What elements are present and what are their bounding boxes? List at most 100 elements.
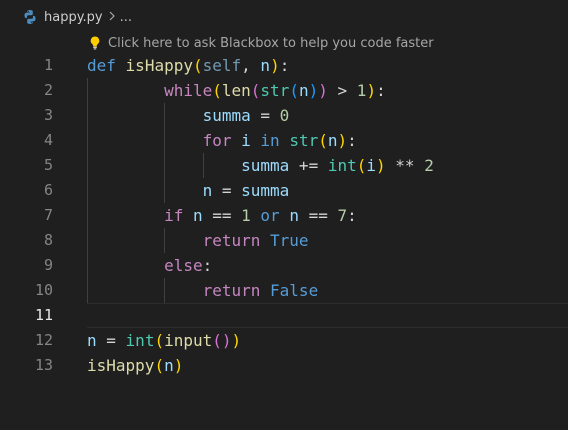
code-token: ()	[212, 331, 232, 350]
code-text: n = summa	[87, 178, 290, 203]
code-token: def	[87, 56, 116, 75]
line-number: 4	[43, 131, 53, 149]
code-token: >	[327, 81, 357, 100]
breadcrumb: happy.py ...	[0, 0, 568, 34]
code-token: :	[347, 206, 357, 225]
python-icon	[22, 9, 38, 25]
code-text: if n == 1 or n == 7:	[87, 203, 357, 228]
code-token: summa	[241, 181, 290, 200]
code-line[interactable]: 8 return True	[0, 228, 568, 253]
code-token: (	[356, 156, 367, 175]
code-token: int	[125, 331, 155, 350]
code-token: ==	[298, 206, 338, 225]
code-line[interactable]: 7 if n == 1 or n == 7:	[0, 203, 568, 228]
current-line-highlight	[87, 303, 568, 328]
lightbulb-icon	[88, 35, 102, 51]
code-text: while(len(str(n)) > 1):	[87, 78, 386, 103]
code-text: summa = 0	[87, 103, 290, 128]
code-line[interactable]: 10 return False	[0, 278, 568, 303]
code-line[interactable]: 13 isHappy(n)	[0, 353, 568, 378]
code-token: n	[202, 181, 213, 200]
code-token: n	[327, 131, 338, 150]
code-token: if	[164, 206, 184, 225]
code-token: isHappy	[87, 356, 155, 375]
code-token: n	[260, 56, 271, 75]
chevron-right-icon	[106, 10, 118, 24]
line-number: 11	[34, 306, 53, 324]
code-line[interactable]: 9 else:	[0, 253, 568, 278]
code-text: isHappy(n)	[87, 353, 183, 378]
blackbox-codelens[interactable]: Click here to ask Blackbox to help you c…	[88, 33, 434, 53]
code-token: (	[318, 131, 328, 150]
indent-guide	[164, 103, 165, 203]
code-line[interactable]: 3 summa = 0	[0, 103, 568, 128]
code-token: return	[202, 231, 261, 250]
code-token: n	[298, 81, 309, 100]
code-token: True	[270, 231, 309, 250]
code-token: ,	[241, 56, 261, 75]
code-line[interactable]: 6 n = summa	[0, 178, 568, 203]
code-line[interactable]: 2 while(len(str(n)) > 1):	[0, 78, 568, 103]
line-number: 10	[34, 281, 53, 299]
line-number: 13	[34, 356, 53, 374]
code-token: (	[250, 81, 261, 100]
code-line[interactable]: 5 summa += int(i) ** 2	[0, 153, 568, 178]
code-token: isHappy	[125, 56, 193, 75]
code-token: i	[241, 131, 251, 150]
code-token: )	[308, 81, 319, 100]
indent-guide	[164, 228, 165, 253]
code-token: summa	[241, 156, 290, 175]
code-text: n = int(input())	[87, 328, 241, 353]
code-editor[interactable]: 1 def isHappy(self, n): 2 while(len(str(n)…	[0, 53, 568, 430]
code-token: int	[327, 156, 357, 175]
code-token: n	[289, 206, 299, 225]
code-token: input	[164, 331, 213, 350]
line-number: 8	[43, 231, 53, 249]
code-token: n	[87, 331, 97, 350]
code-line[interactable]: 12 n = int(input())	[0, 328, 568, 353]
breadcrumb-file[interactable]: happy.py	[44, 10, 103, 25]
code-token: or	[260, 206, 280, 225]
code-line[interactable]: 4 for i in str(n):	[0, 128, 568, 153]
code-token: i	[366, 156, 377, 175]
breadcrumb-symbol[interactable]: ...	[120, 10, 132, 25]
code-token: +=	[289, 156, 328, 175]
code-token: in	[260, 131, 280, 150]
code-token: )	[270, 56, 280, 75]
code-token: )	[173, 356, 184, 375]
code-token: self	[202, 56, 242, 75]
code-token: )	[318, 81, 328, 100]
code-text: return True	[87, 228, 309, 253]
codelens-text: Click here to ask Blackbox to help you c…	[108, 35, 434, 51]
code-token: )	[231, 331, 242, 350]
code-token: n	[164, 356, 174, 375]
line-number: 12	[34, 331, 53, 349]
code-token: else	[164, 256, 203, 275]
code-text: def isHappy(self, n):	[87, 53, 289, 78]
indent-guide	[164, 278, 165, 303]
code-text: else:	[87, 253, 212, 278]
line-number: 2	[43, 81, 53, 99]
code-line[interactable]: 11	[0, 303, 568, 328]
code-token: 1	[241, 206, 251, 225]
code-line[interactable]: 1 def isHappy(self, n):	[0, 53, 568, 78]
code-text: summa += int(i) ** 2	[87, 153, 434, 178]
code-token: str	[260, 81, 290, 100]
code-token: **	[385, 156, 425, 175]
code-token: =	[212, 181, 242, 200]
code-token: n	[192, 206, 203, 225]
